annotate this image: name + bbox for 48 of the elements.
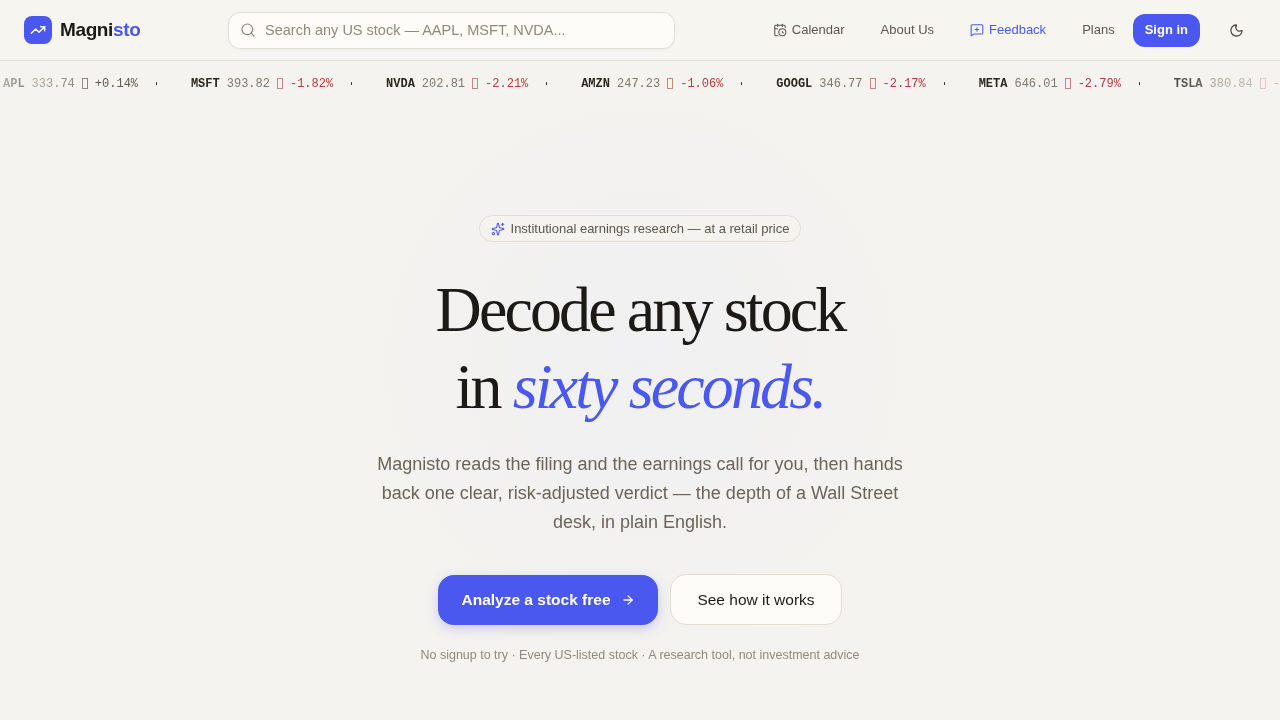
tagline-text: Institutional earnings research — at a retail price bbox=[510, 219, 790, 238]
arrow-right-icon bbox=[620, 592, 635, 607]
ticker-price: 346.77 bbox=[819, 75, 863, 93]
sparkles-icon bbox=[490, 221, 505, 236]
ticker-symbol: AMZN bbox=[581, 75, 610, 93]
ticker-price: 380.84 bbox=[1209, 75, 1253, 93]
search-icon bbox=[240, 22, 256, 38]
ticker-price: 393.82 bbox=[226, 75, 270, 93]
ticker-change: -2.17% bbox=[882, 75, 926, 93]
glyph-box-icon bbox=[472, 78, 479, 89]
logo-icon bbox=[24, 16, 52, 44]
ticker-symbol: MSFT bbox=[190, 75, 220, 93]
nav-link[interactable]: Feedback bbox=[952, 20, 1065, 40]
ticker-symbol: APL bbox=[3, 75, 25, 93]
nav-link[interactable]: Plans bbox=[1064, 20, 1133, 40]
ticker-change: +0.14% bbox=[94, 75, 139, 93]
ticker-symbol: NVDA bbox=[386, 75, 415, 93]
hero-heading: Decode any stock in sixty seconds. bbox=[435, 273, 845, 424]
ticker-symbol: META bbox=[978, 75, 1008, 93]
logo-wordmark: Magnisto bbox=[60, 17, 141, 42]
glyph-box-icon bbox=[81, 78, 88, 89]
ticker-price: 247.23 bbox=[617, 75, 661, 93]
ticker-change: - bbox=[1272, 75, 1280, 93]
ticker-symbol: TSLA bbox=[1173, 75, 1203, 93]
ticker-change: -1.06% bbox=[680, 75, 724, 93]
ticker-change: -1.82% bbox=[289, 75, 334, 93]
ticker-symbol: GOOGL bbox=[776, 75, 813, 93]
glyph-box-icon bbox=[667, 78, 674, 89]
sign-in-button[interactable]: Sign in bbox=[1132, 13, 1200, 47]
glyph-box-icon bbox=[869, 78, 876, 89]
search-field[interactable]: Search any US stock — AAPL, MSFT, NVDA... bbox=[228, 11, 675, 49]
moon-icon[interactable] bbox=[1229, 22, 1244, 38]
ticker-change: -2.79% bbox=[1077, 75, 1121, 93]
ticker-price: 202.81 bbox=[421, 75, 466, 93]
ticker-price: 333.74 bbox=[31, 75, 75, 93]
analyze-stock-button[interactable]: Analyze a stock free bbox=[438, 574, 658, 625]
message-plus-icon bbox=[970, 23, 985, 37]
glyph-box-icon bbox=[276, 78, 283, 89]
glyph-box-icon bbox=[1259, 78, 1266, 89]
calendar-clock-icon bbox=[772, 23, 787, 37]
hero-footnote: No signup to try · Every US-listed stock · A research tool, not investment advice bbox=[420, 647, 860, 664]
ticker-change: -2.21% bbox=[485, 75, 529, 93]
nav-link[interactable]: Calendar bbox=[754, 20, 863, 40]
hero-description: Magnisto reads the filing and the earnings call for you, then hands back one clear, risk-adjusted verdict — the depth of a Wall Street desk, in plain English. bbox=[376, 453, 904, 534]
glyph-box-icon bbox=[1064, 78, 1071, 89]
ticker-price: 646.01 bbox=[1014, 75, 1058, 93]
how-it-works-button[interactable]: See how it works bbox=[670, 574, 842, 625]
nav-link[interactable]: About Us bbox=[862, 20, 953, 40]
